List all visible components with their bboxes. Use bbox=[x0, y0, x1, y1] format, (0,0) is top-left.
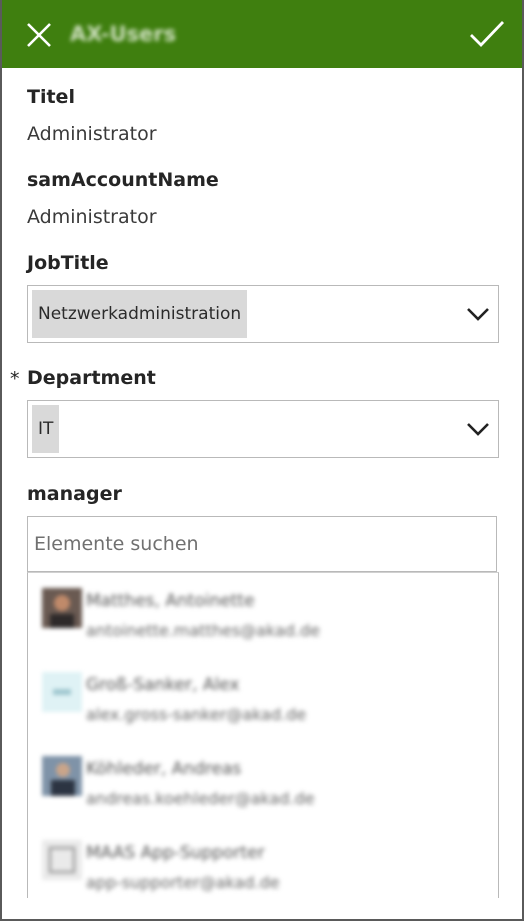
edit-form-panel: AX-Users Titel Administrator samAccountN… bbox=[0, 0, 524, 921]
list-item[interactable]: Matthes, Antoinette antoinette.matthes@a… bbox=[28, 573, 498, 653]
result-email: andreas.koehleder@akad.de bbox=[86, 789, 315, 808]
jobtitle-selected-value: Netzwerkadministration bbox=[32, 290, 248, 338]
result-name: Matthes, Antoinette bbox=[86, 591, 255, 611]
avatar bbox=[42, 840, 82, 880]
close-icon[interactable] bbox=[24, 20, 54, 50]
department-selected-value: IT bbox=[32, 405, 60, 453]
list-item[interactable]: Groß-Sanker, Alex alex.gross-sanker@akad… bbox=[28, 657, 498, 737]
form-header: AX-Users bbox=[2, 0, 522, 68]
samaccountname-label: samAccountName bbox=[27, 169, 219, 191]
result-email: antoinette.matthes@akad.de bbox=[86, 621, 321, 640]
chevron-down-icon bbox=[467, 308, 489, 321]
titel-label: Titel bbox=[27, 86, 75, 108]
list-item[interactable]: MAAS App-Supporter app-supporter@akad.de bbox=[28, 825, 498, 898]
result-name: MAAS App-Supporter bbox=[86, 843, 265, 863]
titel-value: Administrator bbox=[27, 123, 157, 145]
manager-label: manager bbox=[27, 483, 122, 505]
checkmark-icon[interactable] bbox=[468, 17, 506, 51]
manager-search-input[interactable] bbox=[27, 516, 497, 572]
avatar bbox=[42, 588, 82, 628]
result-name: Groß-Sanker, Alex bbox=[86, 675, 240, 695]
result-email: alex.gross-sanker@akad.de bbox=[86, 705, 307, 724]
jobtitle-dropdown[interactable]: Netzwerkadministration bbox=[27, 285, 499, 343]
required-marker: * bbox=[10, 368, 20, 390]
manager-results-list: Matthes, Antoinette antoinette.matthes@a… bbox=[27, 572, 499, 898]
department-dropdown[interactable]: IT bbox=[27, 400, 499, 458]
avatar bbox=[42, 672, 82, 712]
chevron-down-icon bbox=[467, 423, 489, 436]
result-email: app-supporter@akad.de bbox=[86, 873, 280, 892]
jobtitle-label: JobTitle bbox=[27, 252, 109, 274]
avatar bbox=[42, 756, 82, 796]
form-title: AX-Users bbox=[70, 22, 177, 46]
list-item[interactable]: Köhleder, Andreas andreas.koehleder@akad… bbox=[28, 741, 498, 821]
result-name: Köhleder, Andreas bbox=[86, 759, 242, 779]
samaccountname-value: Administrator bbox=[27, 206, 157, 228]
department-label: Department bbox=[27, 367, 156, 389]
